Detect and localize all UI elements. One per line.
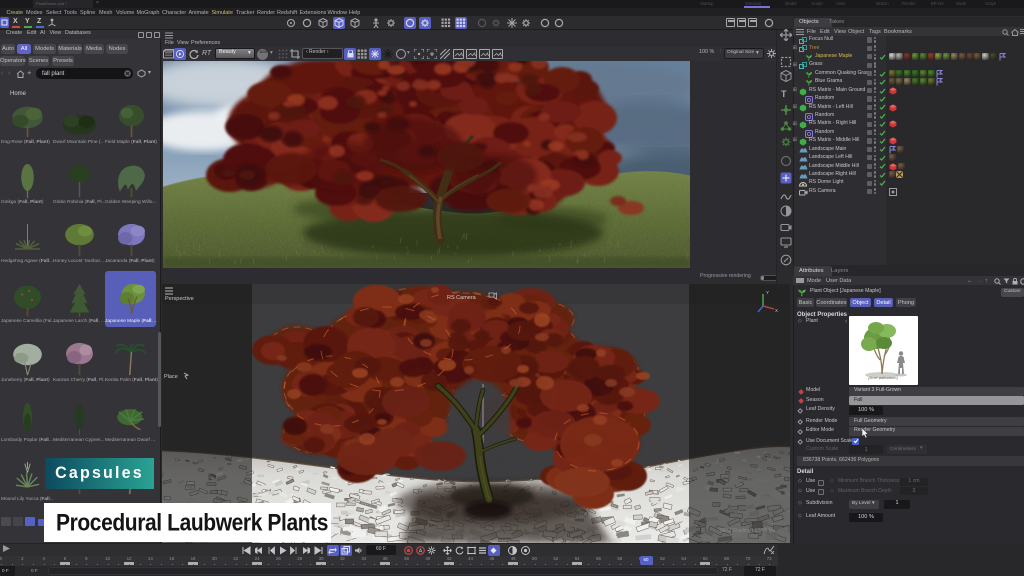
- svg-text:A: A: [418, 549, 422, 555]
- svg-text:RS Camera: RS Camera: [447, 295, 477, 301]
- svg-text:(Acer palmatum): (Acer palmatum): [868, 375, 898, 380]
- svg-text:X: X: [775, 308, 778, 313]
- svg-text:Y: Y: [766, 290, 769, 295]
- svg-text:Place: Place: [164, 374, 178, 380]
- svg-text:Perspective: Perspective: [165, 296, 194, 302]
- svg-text:GPU Shading | 50/60 fps: GPU Shading | 50/60 fps: [720, 528, 776, 534]
